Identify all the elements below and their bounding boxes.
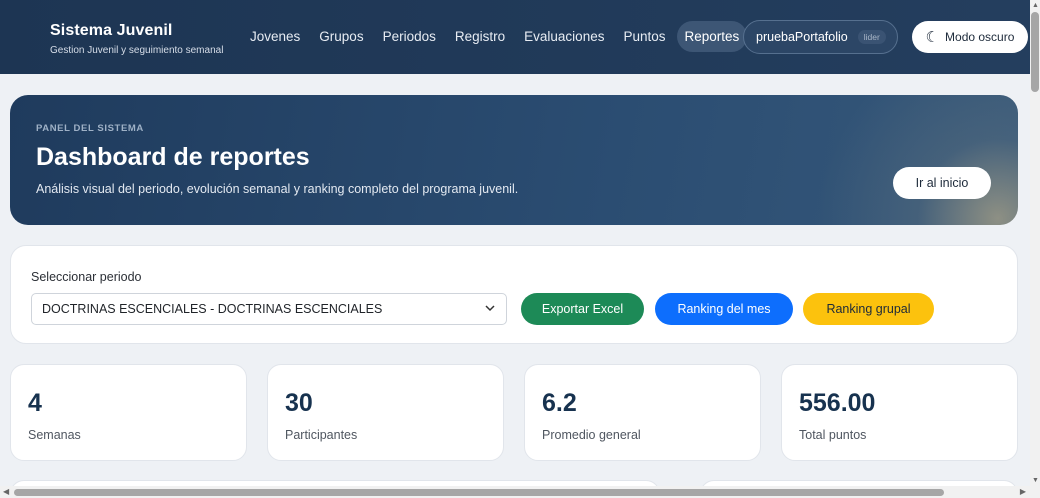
hero-banner: PANEL DEL SISTEMA Dashboard de reportes … [10,95,1018,225]
nav-periodos[interactable]: Periodos [375,21,444,52]
dark-mode-button[interactable]: ☾ Modo oscuro [912,21,1028,53]
chevron-down-icon [485,305,495,312]
scroll-left-icon[interactable]: ◀ [3,487,9,496]
scroll-up-icon[interactable]: ▲ [1032,2,1039,9]
group-ranking-button[interactable]: Ranking grupal [803,293,934,325]
stat-card-participantes: 30 Participantes [267,364,504,461]
role-badge: lider [857,30,886,44]
nav-evaluaciones[interactable]: Evaluaciones [516,21,612,52]
nav-registro[interactable]: Registro [447,21,513,52]
export-excel-button[interactable]: Exportar Excel [521,293,644,325]
scroll-right-icon[interactable]: ▶ [1020,487,1026,496]
scroll-down-icon[interactable]: ▼ [1032,477,1039,484]
go-home-button[interactable]: Ir al inicio [893,167,991,199]
brand[interactable]: Sistema Juvenil Gestion Juvenil y seguim… [50,22,223,56]
stat-value: 6.2 [542,389,577,417]
dark-mode-label: Modo oscuro [945,30,1015,44]
nav-puntos[interactable]: Puntos [615,21,673,52]
nav-jovenes[interactable]: Jovenes [242,21,308,52]
vertical-scroll-thumb[interactable] [1031,12,1039,92]
stat-card-total-puntos: 556.00 Total puntos [781,364,1018,461]
hero-description: Análisis visual del periodo, evolución s… [36,182,519,196]
period-label: Seleccionar periodo [31,270,142,284]
period-select-value: DOCTRINAS ESCENCIALES - DOCTRINAS ESCENC… [42,302,383,316]
period-card: Seleccionar periodo DOCTRINAS ESCENCIALE… [10,245,1018,344]
stat-label: Promedio general [542,428,641,442]
stat-label: Participantes [285,428,358,442]
stat-card-promedio: 6.2 Promedio general [524,364,761,461]
stat-card-semanas: 4 Semanas [10,364,247,461]
horizontal-scroll-thumb[interactable] [14,489,944,496]
brand-subtitle: Gestion Juvenil y seguimiento semanal [50,45,224,56]
moon-icon: ☾ [925,29,940,46]
main-nav: Jovenes Grupos Periodos Registro Evaluac… [242,21,750,52]
stat-label: Total puntos [799,428,867,442]
user-name: pruebaPortafolio [756,30,848,44]
nav-grupos[interactable]: Grupos [311,21,371,52]
stat-value: 4 [28,389,42,417]
top-navbar: Sistema Juvenil Gestion Juvenil y seguim… [0,0,1030,74]
month-ranking-button[interactable]: Ranking del mes [655,293,793,325]
stat-value: 30 [285,389,313,417]
nav-reportes[interactable]: Reportes [676,21,748,52]
brand-title: Sistema Juvenil [50,22,173,39]
page-title: Dashboard de reportes [36,143,310,171]
period-select[interactable]: DOCTRINAS ESCENCIALES - DOCTRINAS ESCENC… [31,293,507,325]
user-menu[interactable]: pruebaPortafolio lider [743,20,898,54]
stat-label: Semanas [28,428,81,442]
stat-value: 556.00 [799,389,876,417]
vertical-scrollbar[interactable]: ▲ ▼ [1030,0,1040,486]
hero-kicker: PANEL DEL SISTEMA [36,123,144,134]
horizontal-scrollbar[interactable]: ◀ ▶ [0,486,1040,498]
